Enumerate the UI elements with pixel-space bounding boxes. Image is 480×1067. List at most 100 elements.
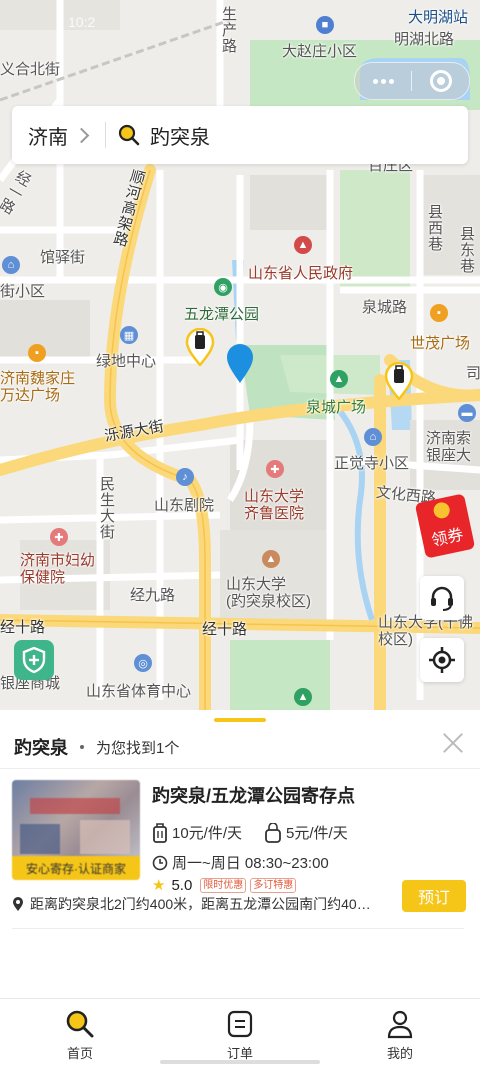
user-icon: [387, 1010, 413, 1039]
map-label: 民生大街: [98, 476, 115, 540]
coupon-label: 领券: [430, 526, 466, 550]
map-label: 济南魏家庄 万达广场: [0, 370, 76, 404]
book-button[interactable]: 预订: [402, 880, 466, 912]
map-label: 正觉寺小区: [334, 455, 410, 472]
result-title: 趵突泉/五龙潭公园寄存点: [152, 786, 355, 806]
location-pin-icon: [227, 344, 253, 383]
residence-icon: ⌂: [364, 428, 382, 446]
music-icon: ♪: [176, 468, 194, 486]
poi-icon: ■: [316, 16, 334, 34]
results-header: 趵突泉 为您找到1个: [14, 734, 179, 760]
more-icon[interactable]: [355, 78, 411, 84]
results-keyword: 趵突泉: [14, 738, 68, 758]
tab-orders[interactable]: 订单: [160, 999, 320, 1067]
address-row: 距离趵突泉北2门约400米，距离五龙潭公园南门约40…: [12, 894, 392, 914]
location-icon: [13, 897, 23, 911]
locate-button[interactable]: [420, 638, 464, 682]
results-count: 为您找到1个: [96, 739, 180, 757]
search-bar[interactable]: 济南 趵突泉: [12, 106, 468, 164]
star-icon: ★: [152, 877, 166, 894]
close-icon[interactable]: [442, 732, 464, 754]
map-label: 街小区: [0, 283, 46, 300]
shop-icon: ▪: [28, 344, 46, 362]
tab-bar: 首页 订单 我的: [0, 998, 480, 1067]
map-label: 世茂广场: [410, 335, 471, 352]
hotel-icon: ▬: [458, 404, 476, 422]
clock-icon: [152, 855, 168, 870]
status-time: 10:2: [68, 14, 96, 30]
promo-tag: 多订特惠: [250, 877, 297, 893]
separator-dot: [80, 745, 84, 749]
divider: [12, 928, 464, 929]
map-label: 经十路: [202, 621, 248, 638]
customer-service-button[interactable]: [420, 576, 464, 620]
map-label: 山东省人民政府: [248, 265, 354, 282]
capsule-divider: [411, 71, 412, 91]
map-label: 经十路: [0, 619, 46, 636]
certified-badge: 安心寄存·认证商家: [12, 856, 140, 880]
map-view[interactable]: 10:2 大明湖站 明湖北路 大赵庄小区 生产路 义合北街 经一路 顺河高架路 …: [0, 0, 480, 710]
shield-icon: [22, 646, 46, 674]
chevron-right-icon: [73, 127, 90, 143]
storage-marker[interactable]: [384, 362, 414, 400]
map-label: 济南索 银座大: [426, 430, 472, 464]
park-icon: ▲: [330, 370, 348, 388]
safety-button[interactable]: [14, 640, 54, 680]
hospital-icon: ✚: [266, 460, 284, 478]
price-large: 10元/件/天: [172, 825, 243, 842]
luggage-icon: [153, 822, 167, 843]
map-label: 大赵庄小区: [282, 43, 358, 60]
store-photo: 安心寄存·认证商家: [12, 780, 140, 880]
map-label: 司: [466, 365, 480, 382]
hours-row: 周一~周日 08:30~23:00: [152, 852, 329, 873]
promo-tag: 限时优惠: [200, 877, 247, 893]
opening-hours: 周一~周日 08:30~23:00: [172, 855, 329, 872]
results-sheet: 趵突泉 为您找到1个 安心寄存·认证商家 趵突泉/五龙潭公园寄存点 10元/件/…: [0, 710, 480, 1000]
price-row: 10元/件/天 5元/件/天: [152, 822, 348, 843]
map-label: 泉城广场: [306, 399, 367, 416]
government-icon: ▲: [294, 236, 312, 254]
map-label: 山东省体育中心: [86, 683, 192, 700]
stadium-icon: ◎: [134, 654, 152, 672]
tab-profile[interactable]: 我的: [320, 999, 480, 1067]
hospital-icon: ✚: [50, 528, 68, 546]
map-label: 县西巷: [426, 204, 443, 252]
rating-value: 5.0: [171, 876, 193, 894]
school-icon: ▲: [262, 550, 280, 568]
miniprogram-capsule[interactable]: [354, 62, 470, 100]
storage-marker[interactable]: [185, 328, 215, 366]
map-label: 明湖北路: [394, 31, 455, 48]
map-label: 绿地中心: [96, 353, 157, 370]
close-miniprogram-icon[interactable]: [430, 70, 452, 92]
rating-row: ★ 5.0 限时优惠 多订特惠: [152, 876, 300, 894]
order-icon: [227, 1010, 253, 1038]
sheet-handle[interactable]: [214, 718, 266, 722]
map-label: 大明湖站: [408, 9, 469, 26]
price-small: 5元/件/天: [286, 825, 348, 842]
map-label: 生产路: [220, 6, 237, 54]
tab-label: 首页: [66, 1046, 93, 1061]
coin-icon: [432, 500, 452, 520]
address-text: 距离趵突泉北2门约400米，距离五龙潭公园南门约40…: [30, 896, 371, 912]
tab-home[interactable]: 首页: [0, 999, 160, 1067]
map-label: 经九路: [130, 587, 176, 604]
camera-icon: ◉: [214, 278, 232, 296]
map-label: 县东巷: [458, 226, 475, 274]
city-selector[interactable]: 济南: [28, 121, 90, 150]
divider: [105, 122, 106, 148]
building-icon: ▦: [120, 326, 138, 344]
map-label: 山东大学 (趵突泉校区): [226, 576, 311, 610]
city-name: 济南: [28, 126, 68, 149]
locate-icon: [429, 647, 455, 673]
map-label: 济南市妇幼 保健院: [20, 552, 96, 586]
map-label: 山东剧院: [154, 497, 215, 514]
search-query[interactable]: 趵突泉: [150, 121, 210, 150]
bag-icon: [265, 822, 281, 843]
search-icon: [118, 124, 140, 146]
headset-icon: [431, 586, 453, 611]
search-icon: [66, 1010, 94, 1038]
home-indicator: [160, 1060, 320, 1064]
tab-label: 我的: [386, 1046, 413, 1061]
map-label: 馆驿街: [40, 249, 86, 266]
map-label: 山东大学 齐鲁医院: [244, 488, 305, 522]
